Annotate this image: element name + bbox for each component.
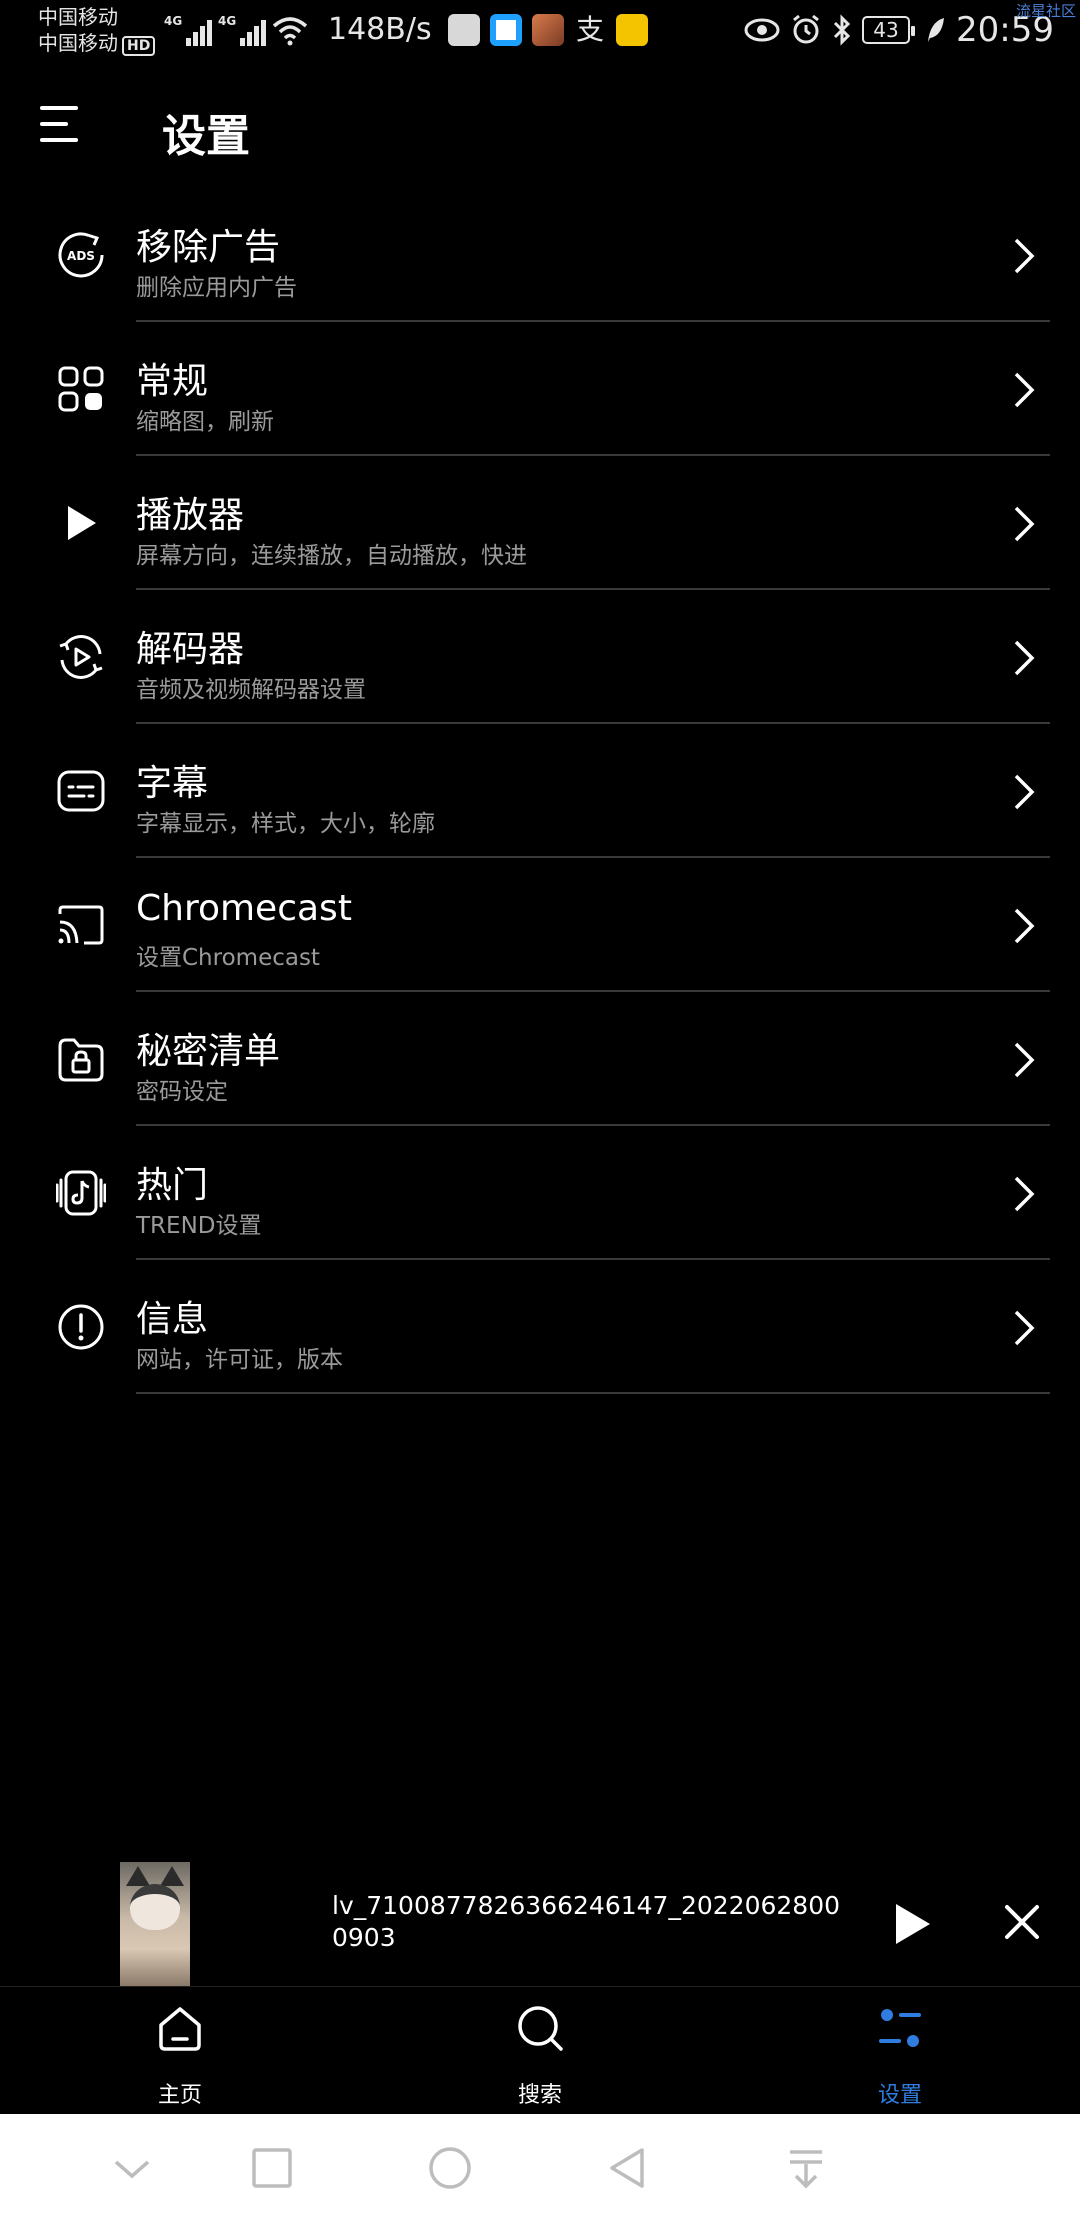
signal-2-icon: 4G bbox=[218, 14, 267, 46]
tab-label: 主页 bbox=[157, 2083, 202, 2108]
notification-icons: 支 bbox=[448, 14, 648, 46]
chevron-right-icon bbox=[1014, 908, 1035, 944]
alarm-icon bbox=[793, 14, 819, 44]
settings-item-title: 信息 bbox=[136, 1299, 209, 1340]
page-title: 设置 bbox=[162, 111, 250, 162]
settings-item-decoder[interactable]: 解码器 音频及视频解码器设置 bbox=[0, 590, 1080, 724]
settings-item-trending[interactable]: 热门 TREND设置 bbox=[0, 1126, 1080, 1260]
play-button[interactable] bbox=[892, 1902, 932, 1946]
settings-item-subtitle: TREND设置 bbox=[136, 1213, 262, 1239]
settings-item-subtitle: 删除应用内广告 bbox=[136, 275, 297, 301]
ads-icon: ADS bbox=[58, 232, 104, 278]
game-app-icon bbox=[532, 14, 564, 46]
chevron-right-icon bbox=[1014, 1310, 1035, 1346]
settings-item-chromecast[interactable]: Chromecast 设置Chromecast bbox=[0, 858, 1080, 992]
settings-item-title: 秘密清单 bbox=[136, 1031, 281, 1072]
qq-browser-icon bbox=[490, 14, 522, 46]
leaf-icon bbox=[928, 18, 945, 42]
divider bbox=[136, 1392, 1050, 1394]
lock-folder-icon bbox=[58, 1038, 104, 1082]
grid-icon bbox=[58, 366, 104, 412]
settings-item-general[interactable]: 常规 缩略图，刷新 bbox=[0, 322, 1080, 456]
settings-item-info[interactable]: 信息 网站，许可证，版本 bbox=[0, 1260, 1080, 1394]
play-icon bbox=[68, 506, 96, 540]
mini-player-title[interactable]: lv_7100877826366246147_20220628000903 bbox=[332, 1890, 852, 1954]
status-right: 43 20:59 bbox=[744, 10, 1054, 50]
bluetooth-icon bbox=[833, 14, 851, 46]
app-header: 设置 bbox=[0, 80, 1080, 176]
battery-icon: 43 bbox=[862, 16, 916, 44]
tab-settings[interactable]: 设置 bbox=[810, 1987, 990, 2115]
chevron-right-icon bbox=[1014, 238, 1035, 274]
tab-label: 设置 bbox=[877, 2083, 922, 2108]
tab-search[interactable]: 搜索 bbox=[450, 1987, 630, 2115]
settings-item-title: Chromecast bbox=[136, 888, 352, 929]
close-icon[interactable] bbox=[1004, 1902, 1040, 1942]
settings-item-subtitle: 密码设定 bbox=[136, 1079, 228, 1105]
settings-item-subtitle: 字幕显示，样式，大小，轮廓 bbox=[136, 811, 435, 837]
hd-badge: HD bbox=[122, 36, 156, 56]
search-icon bbox=[518, 2006, 563, 2051]
wifi-icon bbox=[272, 17, 308, 46]
notification-pull-icon[interactable] bbox=[784, 2146, 828, 2190]
svg-text:ADS: ADS bbox=[67, 249, 95, 263]
settings-list: ADS 移除广告 删除应用内广告 常规 缩略图，刷新 播放器 屏幕方向，连续播放… bbox=[0, 188, 1080, 1394]
decoder-icon bbox=[59, 635, 103, 679]
carrier-info: 中国移动 中国移动 HD bbox=[38, 4, 156, 56]
settings-item-title: 播放器 bbox=[136, 495, 245, 536]
settings-item-title: 移除广告 bbox=[136, 227, 281, 268]
chevron-right-icon bbox=[1014, 506, 1035, 542]
settings-item-title: 解码器 bbox=[136, 629, 245, 670]
mini-player[interactable]: lv_7100877826366246147_20220628000903 bbox=[0, 1862, 1080, 1986]
settings-item-subtitle: 音频及视频解码器设置 bbox=[136, 677, 366, 703]
weibo-icon bbox=[616, 14, 648, 46]
recents-icon[interactable] bbox=[250, 2146, 294, 2190]
signal-1-icon: 4G bbox=[164, 14, 213, 46]
settings-item-title: 热门 bbox=[136, 1165, 209, 1206]
settings-item-title: 字幕 bbox=[136, 763, 209, 804]
system-nav-bar bbox=[0, 2114, 1080, 2220]
tiktok-icon bbox=[56, 1170, 106, 1216]
home-circle-icon[interactable] bbox=[428, 2146, 472, 2190]
carrier-1: 中国移动 bbox=[38, 5, 118, 29]
info-icon bbox=[58, 1304, 104, 1350]
huawei-app-icon bbox=[448, 14, 480, 46]
settings-item-remove-ads[interactable]: ADS 移除广告 删除应用内广告 bbox=[0, 188, 1080, 322]
home-icon bbox=[159, 2007, 201, 2051]
settings-screen: 中国移动 中国移动 HD 4G 4G 148B/s 支 43 20:59 流星社… bbox=[0, 0, 1080, 2220]
cast-icon bbox=[58, 905, 104, 945]
chevron-right-icon bbox=[1014, 640, 1035, 676]
settings-item-subtitles[interactable]: 字幕 字幕显示，样式，大小，轮廓 bbox=[0, 724, 1080, 858]
settings-item-subtitle: 设置Chromecast bbox=[136, 945, 320, 971]
tab-label: 搜索 bbox=[517, 2083, 562, 2108]
settings-item-player[interactable]: 播放器 屏幕方向，连续播放，自动播放，快进 bbox=[0, 456, 1080, 590]
chevron-down-icon[interactable] bbox=[110, 2146, 154, 2190]
settings-item-subtitle: 网站，许可证，版本 bbox=[136, 1347, 343, 1373]
watermark: 流星社区 bbox=[1015, 2, 1076, 20]
back-icon[interactable] bbox=[606, 2146, 650, 2190]
subtitle-icon bbox=[57, 770, 105, 812]
chevron-right-icon bbox=[1014, 1176, 1035, 1212]
chevron-right-icon bbox=[1014, 372, 1035, 408]
settings-item-title: 常规 bbox=[136, 361, 209, 402]
settings-item-secret-list[interactable]: 秘密清单 密码设定 bbox=[0, 992, 1080, 1126]
bottom-nav: 主页 搜索 设置 bbox=[0, 1986, 1080, 2114]
settings-item-subtitle: 缩略图，刷新 bbox=[136, 409, 274, 435]
net-speed: 148B/s bbox=[328, 12, 432, 47]
video-thumbnail[interactable] bbox=[120, 1862, 190, 1986]
tab-home[interactable]: 主页 bbox=[90, 1987, 270, 2115]
settings-icon bbox=[879, 2009, 921, 2047]
settings-item-subtitle: 屏幕方向，连续播放，自动播放，快进 bbox=[136, 543, 527, 569]
status-bar: 中国移动 中国移动 HD 4G 4G 148B/s 支 43 20:59 流星社… bbox=[0, 0, 1080, 64]
carrier-2: 中国移动 bbox=[38, 31, 118, 55]
alipay-icon: 支 bbox=[575, 13, 604, 46]
menu-icon[interactable] bbox=[40, 104, 84, 144]
chevron-right-icon bbox=[1014, 774, 1035, 810]
eye-icon bbox=[744, 18, 780, 42]
chevron-right-icon bbox=[1014, 1042, 1035, 1078]
